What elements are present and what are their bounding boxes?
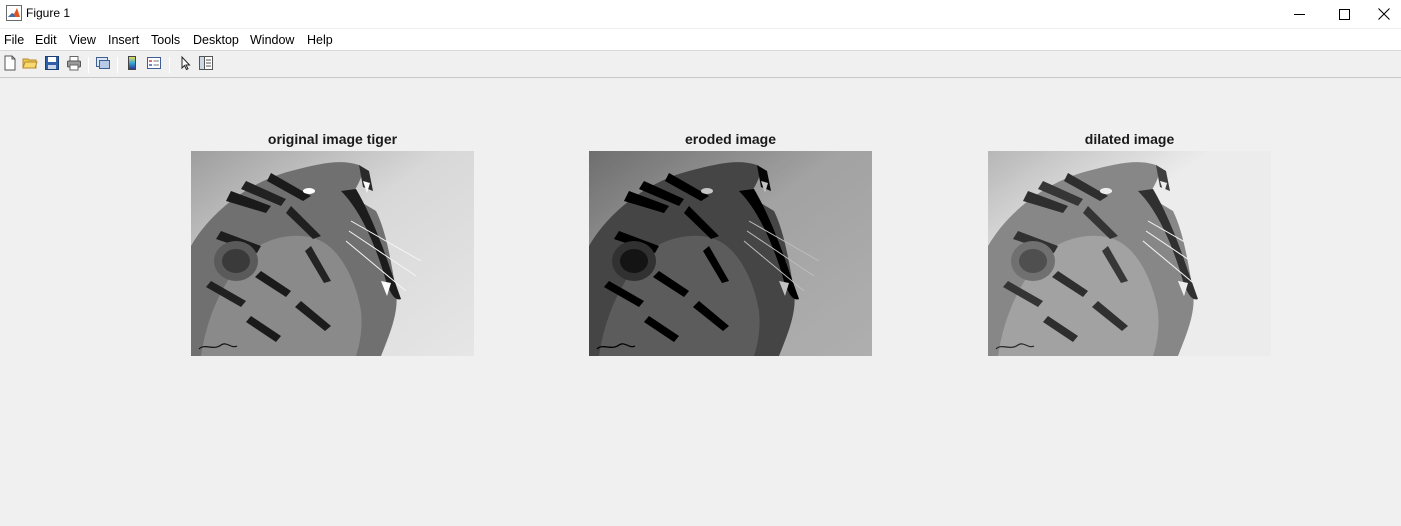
menu-tools[interactable]: Tools bbox=[151, 33, 180, 47]
tiger-eroded-image bbox=[589, 151, 872, 356]
toolbar-separator bbox=[117, 57, 118, 73]
title-bar: Figure 1 bbox=[0, 0, 1401, 28]
insert-colorbar-icon bbox=[124, 55, 140, 76]
edit-plot-button[interactable] bbox=[175, 55, 195, 75]
print-button[interactable] bbox=[64, 55, 84, 75]
link-plot-button[interactable] bbox=[93, 55, 113, 75]
property-inspector-icon bbox=[198, 55, 214, 76]
minimize-button[interactable] bbox=[1276, 0, 1322, 28]
window-title: Figure 1 bbox=[26, 6, 71, 20]
figure-toolbar bbox=[0, 52, 1401, 78]
close-button[interactable] bbox=[1366, 0, 1401, 28]
property-inspector-button[interactable] bbox=[196, 55, 216, 75]
link-plot-icon bbox=[95, 55, 111, 76]
menu-file[interactable]: File bbox=[4, 33, 24, 47]
edit-plot-icon bbox=[177, 55, 193, 76]
figure-window: Figure 1 File Edit View Insert Tools Des… bbox=[0, 0, 1401, 526]
open-file-icon bbox=[22, 55, 38, 76]
menu-edit[interactable]: Edit bbox=[35, 33, 57, 47]
menu-view[interactable]: View bbox=[69, 33, 96, 47]
tiger-original-image bbox=[191, 151, 474, 356]
menu-desktop[interactable]: Desktop bbox=[193, 33, 239, 47]
menu-window[interactable]: Window bbox=[250, 33, 294, 47]
insert-colorbar-button[interactable] bbox=[122, 55, 142, 75]
tiger-dilated-image bbox=[988, 151, 1271, 356]
print-icon bbox=[66, 55, 82, 76]
new-figure-button[interactable] bbox=[0, 55, 20, 75]
subplot-title-original: original image tiger bbox=[267, 131, 398, 147]
save-button[interactable] bbox=[42, 55, 62, 75]
toolbar-separator bbox=[88, 57, 89, 73]
insert-legend-icon bbox=[146, 55, 162, 76]
menu-help[interactable]: Help bbox=[307, 33, 333, 47]
open-file-button[interactable] bbox=[20, 55, 40, 75]
maximize-button[interactable] bbox=[1321, 0, 1367, 28]
new-figure-icon bbox=[2, 55, 18, 76]
menu-insert[interactable]: Insert bbox=[108, 33, 139, 47]
minimize-icon bbox=[1293, 9, 1305, 20]
save-icon bbox=[44, 55, 60, 76]
subplot-title-dilated: dilated image bbox=[1084, 131, 1175, 147]
subplot-title-eroded: eroded image bbox=[684, 131, 777, 147]
menu-bar: File Edit View Insert Tools Desktop Wind… bbox=[0, 29, 1401, 51]
toolbar-separator bbox=[169, 57, 170, 73]
matlab-app-icon bbox=[6, 5, 22, 21]
maximize-icon bbox=[1338, 8, 1350, 20]
close-icon bbox=[1377, 8, 1390, 20]
insert-legend-button[interactable] bbox=[144, 55, 164, 75]
